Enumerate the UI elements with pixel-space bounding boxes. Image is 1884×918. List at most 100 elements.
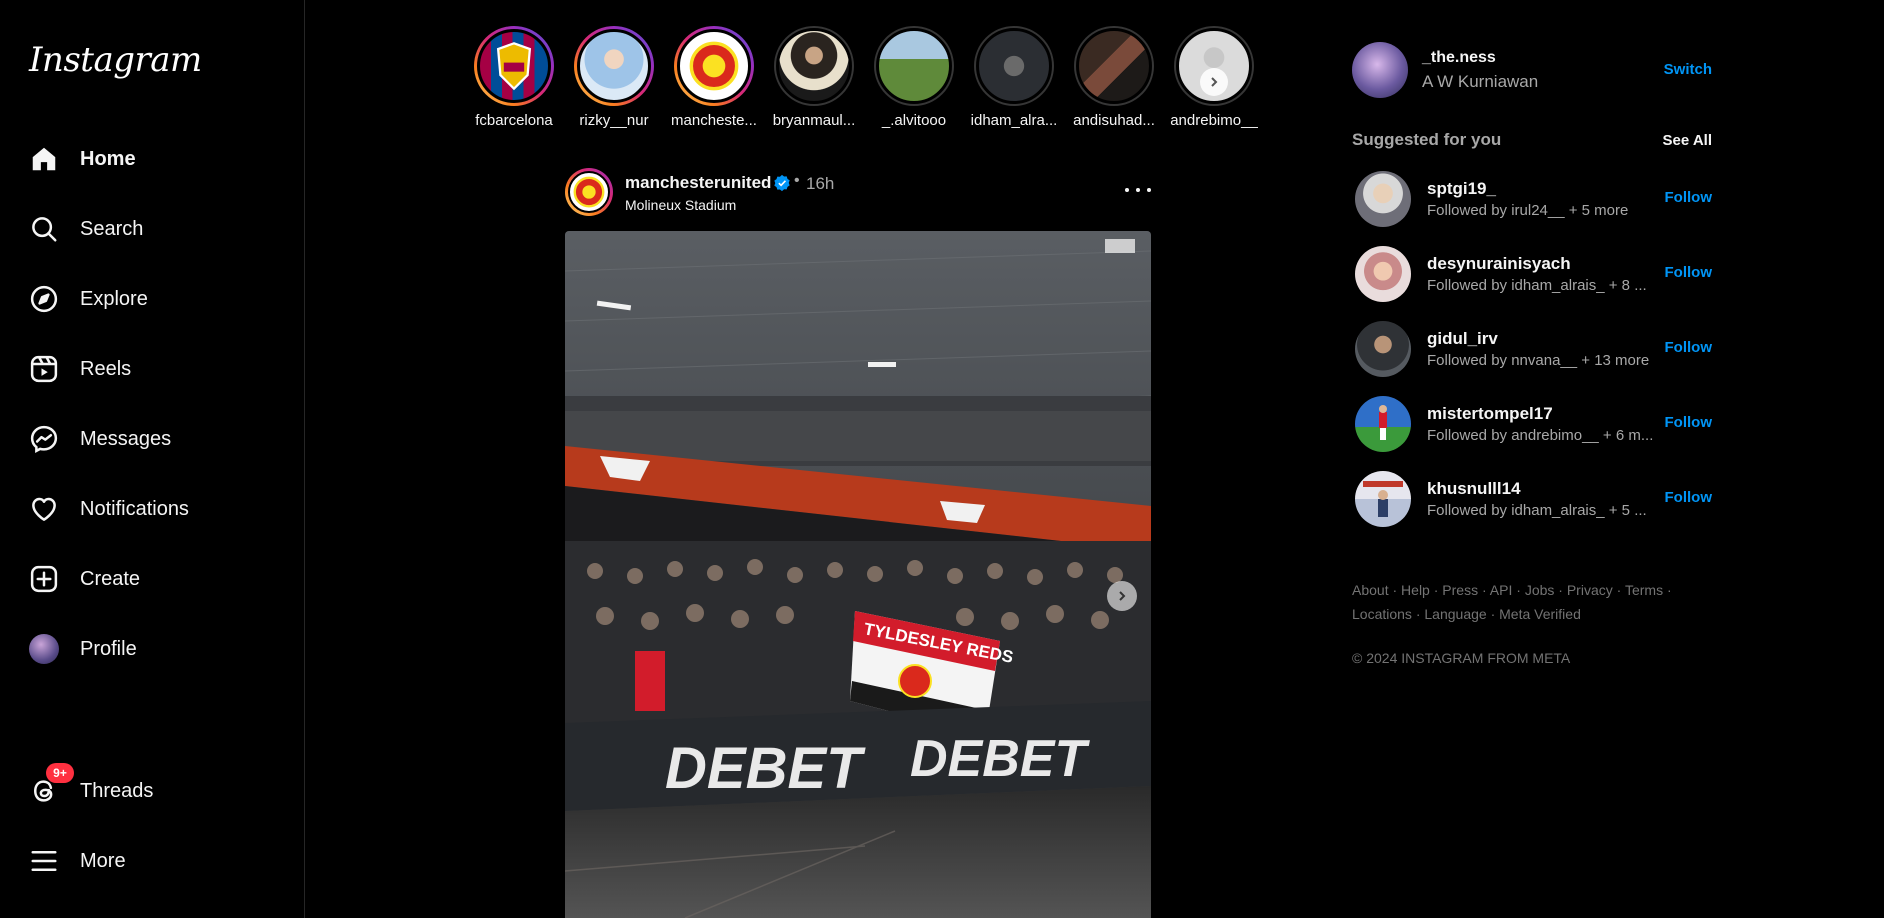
heart-icon bbox=[29, 494, 59, 524]
compass-icon bbox=[29, 284, 59, 314]
nav-more[interactable]: More bbox=[18, 833, 282, 889]
footer-link-locations[interactable]: Locations bbox=[1352, 606, 1412, 622]
current-username[interactable]: _the.ness bbox=[1422, 49, 1496, 67]
nav-profile[interactable]: Profile bbox=[18, 621, 282, 677]
avatar[interactable] bbox=[1352, 42, 1408, 98]
post-timestamp[interactable]: 16h bbox=[806, 174, 834, 194]
story-avatar bbox=[577, 29, 651, 103]
hamburger-icon bbox=[29, 846, 59, 876]
nav-label: More bbox=[80, 849, 126, 872]
footer-link-language[interactable]: Language bbox=[1424, 606, 1486, 622]
nav-messages[interactable]: Messages bbox=[18, 411, 282, 467]
suggestion-username[interactable]: sptgi19_ bbox=[1427, 179, 1496, 199]
story-item[interactable]: fcbarcelona bbox=[464, 26, 564, 129]
suggestion-item: sptgi19_ Followed by irul24__ + 5 more F… bbox=[1355, 171, 1712, 227]
follow-button[interactable]: Follow bbox=[1665, 189, 1713, 206]
story-ring bbox=[874, 26, 954, 106]
suggestion-subtitle: Followed by andrebimo__ + 6 m... bbox=[1427, 427, 1654, 444]
avatar[interactable] bbox=[1355, 396, 1411, 452]
footer-separator: · bbox=[1558, 582, 1563, 598]
story-item[interactable]: bryanmaul... bbox=[764, 26, 864, 129]
footer-link-api[interactable]: API bbox=[1490, 582, 1513, 598]
story-username: mancheste... bbox=[671, 112, 757, 129]
follow-button[interactable]: Follow bbox=[1665, 264, 1713, 281]
story-username: fcbarcelona bbox=[475, 112, 553, 129]
post-username[interactable]: manchesterunited bbox=[625, 173, 771, 193]
avatar[interactable] bbox=[1355, 246, 1411, 302]
story-username: idham_alra... bbox=[970, 112, 1058, 129]
footer-link-terms[interactable]: Terms bbox=[1625, 582, 1663, 598]
nav-label: Notifications bbox=[80, 497, 189, 520]
avatar[interactable] bbox=[1355, 171, 1411, 227]
suggestion-item: desynurainisyach Followed by idham_alrai… bbox=[1355, 246, 1712, 302]
story-ring bbox=[974, 26, 1054, 106]
suggestion-subtitle: Followed by idham_alrais_ + 5 ... bbox=[1427, 502, 1647, 519]
footer-separator: · bbox=[1433, 582, 1439, 598]
profile-avatar-wrapper bbox=[29, 634, 59, 664]
avatar[interactable] bbox=[1355, 321, 1411, 377]
story-item[interactable]: mancheste... bbox=[664, 26, 764, 129]
story-item[interactable]: idham_alra... bbox=[964, 26, 1064, 129]
post-author-avatar[interactable] bbox=[565, 168, 613, 216]
footer-link-help[interactable]: Help bbox=[1401, 582, 1430, 598]
story-username: andrebimo__ bbox=[1170, 112, 1258, 129]
story-avatar bbox=[677, 29, 751, 103]
story-item[interactable]: andisuhad... bbox=[1064, 26, 1164, 129]
follow-button[interactable]: Follow bbox=[1665, 414, 1713, 431]
nav-label: Home bbox=[80, 147, 136, 170]
nav-label: Explore bbox=[80, 287, 148, 310]
footer-link-press[interactable]: Press bbox=[1442, 582, 1478, 598]
nav-label: Reels bbox=[80, 357, 132, 380]
more-dot-icon bbox=[1147, 188, 1151, 192]
suggestion-username[interactable]: khusnulll14 bbox=[1427, 479, 1521, 499]
nav-reels[interactable]: Reels bbox=[18, 341, 282, 397]
story-username: _.alvitooo bbox=[881, 112, 947, 129]
instagram-logo[interactable]: Instagram bbox=[29, 40, 202, 80]
story-ring bbox=[774, 26, 854, 106]
more-options-button[interactable] bbox=[1125, 180, 1151, 200]
home-icon bbox=[29, 144, 59, 174]
nav-notifications[interactable]: Notifications bbox=[18, 481, 282, 537]
chevron-right-icon bbox=[1119, 591, 1126, 601]
ad-board-text: DEBET bbox=[665, 736, 866, 801]
footer-links: About · Help · Press · API · Jobs · Priv… bbox=[1352, 578, 1692, 626]
nav-label: Messages bbox=[80, 427, 172, 450]
carousel-next-button[interactable] bbox=[1107, 581, 1137, 611]
footer-separator: · bbox=[1666, 582, 1672, 598]
stadium-photo: TYLDESLEY REDS DEBET DEBET bbox=[565, 231, 1151, 918]
switch-account-button[interactable]: Switch bbox=[1664, 61, 1712, 78]
suggestion-username[interactable]: gidul_irv bbox=[1427, 329, 1498, 349]
nav-search[interactable]: Search bbox=[18, 201, 282, 257]
avatar bbox=[29, 634, 59, 664]
post-image[interactable]: TYLDESLEY REDS DEBET DEBET bbox=[565, 231, 1151, 918]
see-all-link[interactable]: See All bbox=[1663, 132, 1712, 149]
search-icon bbox=[29, 214, 59, 244]
follow-button[interactable]: Follow bbox=[1665, 339, 1713, 356]
story-item[interactable]: _.alvitooo bbox=[864, 26, 964, 129]
nav-threads[interactable]: 9+ Threads bbox=[18, 763, 282, 819]
current-user-card: _the.ness A W Kurniawan Switch bbox=[1352, 42, 1712, 98]
post-location[interactable]: Molineux Stadium bbox=[625, 197, 736, 213]
story-avatar bbox=[976, 28, 1052, 104]
follow-button[interactable]: Follow bbox=[1665, 489, 1713, 506]
sidebar: Instagram Home Search Explore Reels Mess… bbox=[0, 0, 305, 918]
footer-link-jobs[interactable]: Jobs bbox=[1525, 582, 1555, 598]
footer-link-about[interactable]: About bbox=[1352, 582, 1389, 598]
story-avatar bbox=[876, 28, 952, 104]
nav-create[interactable]: Create bbox=[18, 551, 282, 607]
suggestion-username[interactable]: desynurainisyach bbox=[1427, 254, 1571, 274]
story-item[interactable]: rizky__nur bbox=[564, 26, 664, 129]
suggestion-username[interactable]: mistertompel17 bbox=[1427, 404, 1553, 424]
stories-next-button[interactable] bbox=[1200, 68, 1228, 96]
avatar[interactable] bbox=[1355, 471, 1411, 527]
footer-link-privacy[interactable]: Privacy bbox=[1567, 582, 1613, 598]
suggestion-subtitle: Followed by nnvana__ + 13 more bbox=[1427, 352, 1650, 369]
messenger-icon bbox=[29, 424, 59, 454]
suggestion-item: khusnulll14 Followed by idham_alrais_ + … bbox=[1355, 471, 1712, 527]
more-dot-icon bbox=[1136, 188, 1140, 192]
nav-label: Threads bbox=[80, 779, 154, 802]
footer-link-meta-verified[interactable]: Meta Verified bbox=[1499, 606, 1581, 622]
more-dot-icon bbox=[1125, 188, 1129, 192]
nav-home[interactable]: Home bbox=[18, 131, 282, 187]
nav-explore[interactable]: Explore bbox=[18, 271, 282, 327]
